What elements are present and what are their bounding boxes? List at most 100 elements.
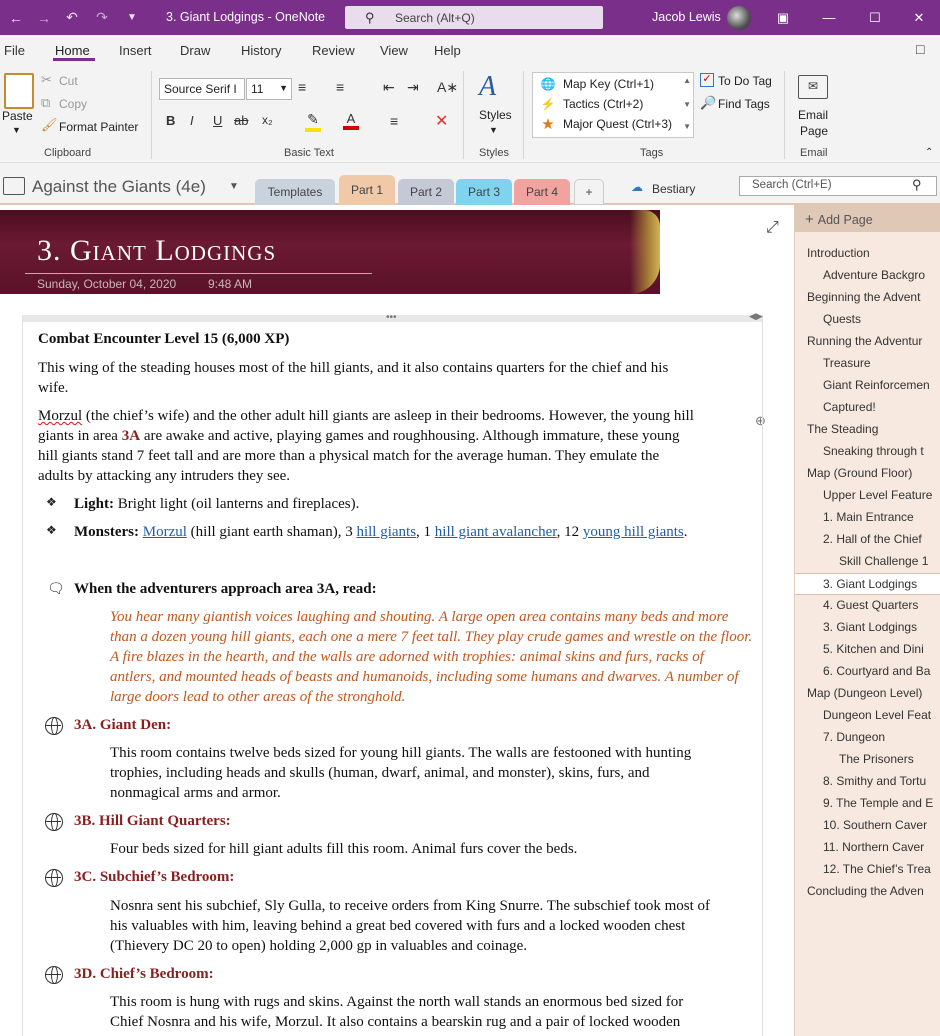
page-list-item[interactable]: Treasure <box>795 353 940 375</box>
minimize-icon[interactable]: — <box>806 0 852 35</box>
page-list-item[interactable]: 2. Hall of the Chief <box>795 529 940 551</box>
page-list-item[interactable]: 9. The Temple and E <box>795 793 940 815</box>
format-painter-button[interactable]: Format Painter <box>59 120 138 134</box>
maximize-icon[interactable]: ☐ <box>852 0 898 35</box>
page-list-item[interactable]: Map (Ground Floor) <box>795 463 940 485</box>
close-icon[interactable]: ✕ <box>896 0 940 35</box>
page-list-item[interactable]: Sneaking through t <box>795 441 940 463</box>
undo-icon[interactable]: ↶ <box>58 0 86 35</box>
increase-indent-icon[interactable]: ⇥ <box>407 79 419 96</box>
find-tags-icon[interactable]: 🔎 <box>700 95 716 111</box>
highlight-icon[interactable]: ✎ <box>305 111 321 132</box>
todo-checkbox-icon[interactable]: ✓ <box>700 73 714 87</box>
back-icon[interactable]: ← <box>2 0 30 35</box>
user-name[interactable]: Jacob Lewis <box>652 10 721 24</box>
tags-scroll-up-icon[interactable]: ▲ <box>683 76 691 85</box>
monster-link[interactable]: young hill giants <box>583 524 684 540</box>
page-list-item[interactable]: 10. Southern Caver <box>795 815 940 837</box>
copy-icon[interactable]: ⧉ <box>41 95 50 111</box>
styles-icon[interactable]: A <box>479 71 496 103</box>
page-list-item[interactable]: 11. Northern Caver <box>795 837 940 859</box>
page-list-item[interactable]: 7. Dungeon <box>795 727 940 749</box>
tag-tactics[interactable]: ⚡ Tactics (Ctrl+2) <box>533 94 683 114</box>
tags-scroll-down-icon[interactable]: ▼ <box>683 100 691 109</box>
page-canvas[interactable]: 3. Giant Lodgings Sunday, October 04, 20… <box>0 205 794 1036</box>
todo-tag-button[interactable]: To Do Tag <box>718 74 772 88</box>
styles-dropdown-icon[interactable]: ▼ <box>489 125 498 135</box>
page-list-item[interactable]: 3. Giant Lodgings <box>795 573 940 595</box>
redo-icon[interactable]: ↷ <box>88 0 116 35</box>
monster-link[interactable]: hill giant avalancher <box>435 524 557 540</box>
notebook-name[interactable]: Against the Giants (4e) <box>32 177 206 197</box>
monster-link[interactable]: hill giants <box>356 524 416 540</box>
notebook-search-input[interactable]: Search (Ctrl+E) <box>739 176 937 196</box>
paste-icon[interactable] <box>4 73 34 109</box>
clear-formatting-icon[interactable]: A∗ <box>437 79 458 96</box>
quick-access-dropdown-icon[interactable]: ▼ <box>118 0 146 35</box>
tab-part-2[interactable]: Part 2 <box>398 179 454 205</box>
chevron-down-icon[interactable]: ▼ <box>229 181 239 192</box>
menu-insert[interactable]: Insert <box>119 43 152 58</box>
page-list-item[interactable]: Adventure Backgro <box>795 265 940 287</box>
page-list-item[interactable]: Running the Adventur <box>795 331 940 353</box>
tags-more-icon[interactable]: ▼ <box>683 122 691 131</box>
tab-part-4[interactable]: Part 4 <box>514 179 570 205</box>
page-list-item[interactable]: Concluding the Adven <box>795 881 940 903</box>
notebook-icon[interactable] <box>3 177 25 195</box>
font-size-select[interactable]: 11 ▼ <box>246 78 292 100</box>
menu-draw[interactable]: Draw <box>180 43 210 58</box>
underline-icon[interactable]: U <box>213 113 222 128</box>
page-list-item[interactable]: 3. Giant Lodgings <box>795 617 940 639</box>
subscript-icon[interactable]: x₂ <box>262 113 273 127</box>
menu-help[interactable]: Help <box>434 43 461 58</box>
add-page-button[interactable]: + Add Page <box>795 205 940 232</box>
cut-button[interactable]: Cut <box>59 74 78 88</box>
email-envelope-icon[interactable]: ✉ <box>798 75 828 99</box>
delete-icon[interactable]: ✕ <box>435 111 448 131</box>
avatar[interactable] <box>727 6 751 30</box>
format-painter-icon[interactable]: 🖌 <box>41 117 58 133</box>
ribbon-display-icon[interactable]: ▣ <box>760 0 806 35</box>
sticky-notes-icon[interactable]: □ <box>916 41 924 57</box>
search-icon[interactable]: ⚲ <box>912 177 922 193</box>
page-list-item[interactable]: 12. The Chief’s Trea <box>795 859 940 881</box>
tab-part-3[interactable]: Part 3 <box>456 179 512 205</box>
tab-templates[interactable]: Templates <box>255 179 335 205</box>
cut-icon[interactable]: ✂ <box>41 72 52 88</box>
page-title[interactable]: 3. Giant Lodgings <box>37 234 276 268</box>
email-page-line1[interactable]: Email <box>798 108 828 122</box>
menu-view[interactable]: View <box>380 43 408 58</box>
menu-file[interactable]: File <box>4 43 25 58</box>
align-icon[interactable]: ≡ <box>390 113 398 129</box>
styles-button[interactable]: Styles <box>479 108 512 122</box>
tag-map-key[interactable]: 🌐 Map Key (Ctrl+1) <box>533 74 683 94</box>
font-family-select[interactable]: Source Serif I <box>159 78 245 100</box>
page-list-item[interactable]: Skill Challenge 1 <box>795 551 940 573</box>
bestiary-link[interactable]: Bestiary <box>652 182 695 196</box>
tag-major-quest[interactable]: ★ Major Quest (Ctrl+3) <box>533 114 683 134</box>
menu-home[interactable]: Home <box>55 43 90 58</box>
page-list-item[interactable]: Dungeon Level Feat <box>795 705 940 727</box>
menu-history[interactable]: History <box>241 43 281 58</box>
bold-icon[interactable]: B <box>166 113 175 128</box>
email-page-line2[interactable]: Page <box>800 124 828 138</box>
find-tags-button[interactable]: Find Tags <box>718 97 770 111</box>
menu-review[interactable]: Review <box>312 43 355 58</box>
page-list-item[interactable]: Upper Level Feature <box>795 485 940 507</box>
numbering-icon[interactable]: ≡ <box>336 79 344 95</box>
bullets-icon[interactable]: ≡ <box>298 79 306 95</box>
monster-link[interactable]: Morzul <box>143 524 187 540</box>
search-box[interactable]: ⚲ Search (Alt+Q) <box>345 6 603 29</box>
page-list-item[interactable]: Introduction <box>795 243 940 265</box>
strikethrough-icon[interactable]: ab <box>234 113 248 128</box>
drag-handle-icon[interactable]: ••• <box>386 312 397 323</box>
forward-icon[interactable]: → <box>30 0 58 35</box>
collapse-ribbon-icon[interactable]: ⌃ <box>925 147 933 158</box>
resize-handle-icon[interactable]: ◀▶ <box>749 311 763 322</box>
page-list-item[interactable]: 1. Main Entrance <box>795 507 940 529</box>
note-container[interactable]: ••• ◀▶ Combat Encounter Level 15 (6,000 … <box>22 311 763 1036</box>
page-list-item[interactable]: The Prisoners <box>795 749 940 771</box>
page-list-item[interactable]: Map (Dungeon Level) <box>795 683 940 705</box>
decrease-indent-icon[interactable]: ⇤ <box>383 79 395 96</box>
page-list-item[interactable]: 4. Guest Quarters <box>795 595 940 617</box>
